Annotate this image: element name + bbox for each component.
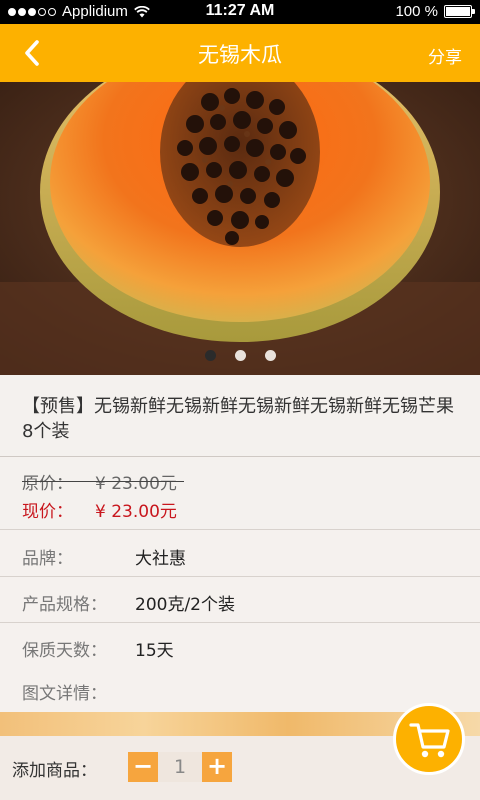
info-key: 品牌：	[22, 549, 73, 569]
shopping-cart-icon	[409, 723, 450, 758]
product-title: 【预售】无锡新鲜无锡新鲜无锡新鲜无锡新鲜无锡芒果8个装	[0, 375, 480, 457]
product-detail-screen: Applidium 11:27 AM 100 % 无锡木瓜 分享 【预售】无锡新…	[0, 0, 480, 800]
current-price-label: 现价：	[22, 502, 73, 522]
current-price-row: 现价： ¥ 23.00元	[22, 497, 177, 522]
info-row-detail[interactable]: 图文详情：	[0, 666, 480, 712]
info-row-brand: 品牌： 大社惠	[0, 531, 480, 577]
info-key: 产品规格：	[22, 595, 107, 615]
current-price-value: ¥ 23.00元	[95, 502, 177, 522]
info-value: 大社惠	[135, 549, 186, 569]
papaya-image	[0, 82, 480, 375]
info-value: 200克/2个装	[135, 595, 235, 615]
increase-button[interactable]: +	[202, 752, 232, 782]
pager-dot[interactable]	[204, 350, 216, 361]
share-button[interactable]: 分享	[428, 43, 462, 68]
pager-dot[interactable]	[234, 350, 246, 361]
strikethrough-line	[22, 481, 184, 482]
info-key: 图文详情：	[22, 684, 107, 704]
decrease-button[interactable]: −	[128, 752, 158, 782]
product-image-carousel[interactable]	[0, 82, 480, 375]
battery-percent: 100 %	[395, 3, 438, 20]
page-title: 无锡木瓜	[198, 43, 282, 67]
battery-icon	[444, 5, 475, 18]
status-bar: Applidium 11:27 AM 100 %	[0, 0, 480, 24]
pager-dot[interactable]	[264, 350, 276, 361]
info-row-spec: 产品规格： 200克/2个装	[0, 577, 480, 623]
carousel-pager	[0, 350, 480, 361]
quantity-stepper: − 1 +	[128, 752, 232, 782]
navigation-bar: 无锡木瓜 分享	[0, 24, 480, 82]
quantity-field[interactable]: 1	[158, 752, 202, 782]
original-price-row: 原价： ¥ 23.00元	[22, 469, 184, 494]
cart-button[interactable]	[393, 703, 465, 775]
add-item-label: 添加商品：	[12, 761, 97, 781]
price-section: 原价： ¥ 23.00元 现价： ¥ 23.00元	[0, 458, 480, 530]
info-row-shelf-life: 保质天数： 15天	[0, 623, 480, 669]
info-value: 15天	[135, 641, 174, 661]
info-key: 保质天数：	[22, 641, 107, 661]
original-price-label: 原价：	[22, 474, 73, 494]
